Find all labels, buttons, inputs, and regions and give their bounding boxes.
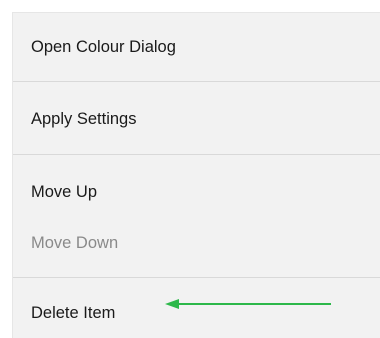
- menu-item-open-colour-dialog[interactable]: Open Colour Dialog: [13, 25, 380, 69]
- menu-item-move-up[interactable]: Move Up: [13, 170, 380, 214]
- menu-item-label: Apply Settings: [31, 109, 137, 128]
- menu-separator: [13, 81, 380, 82]
- menu-item-apply-settings[interactable]: Apply Settings: [13, 97, 380, 141]
- annotation-arrow-icon: [165, 299, 331, 309]
- menu-item-label: Move Up: [31, 182, 98, 201]
- context-menu: Open Colour Dialog Apply Settings Move U…: [12, 12, 380, 338]
- menu-item-label: Open Colour Dialog: [31, 37, 176, 56]
- menu-item-label: Move Down: [31, 233, 119, 252]
- menu-item-label: Delete Item: [31, 303, 116, 322]
- menu-separator: [13, 277, 380, 278]
- menu-item-move-down: Move Down: [13, 221, 380, 265]
- menu-separator: [13, 154, 380, 155]
